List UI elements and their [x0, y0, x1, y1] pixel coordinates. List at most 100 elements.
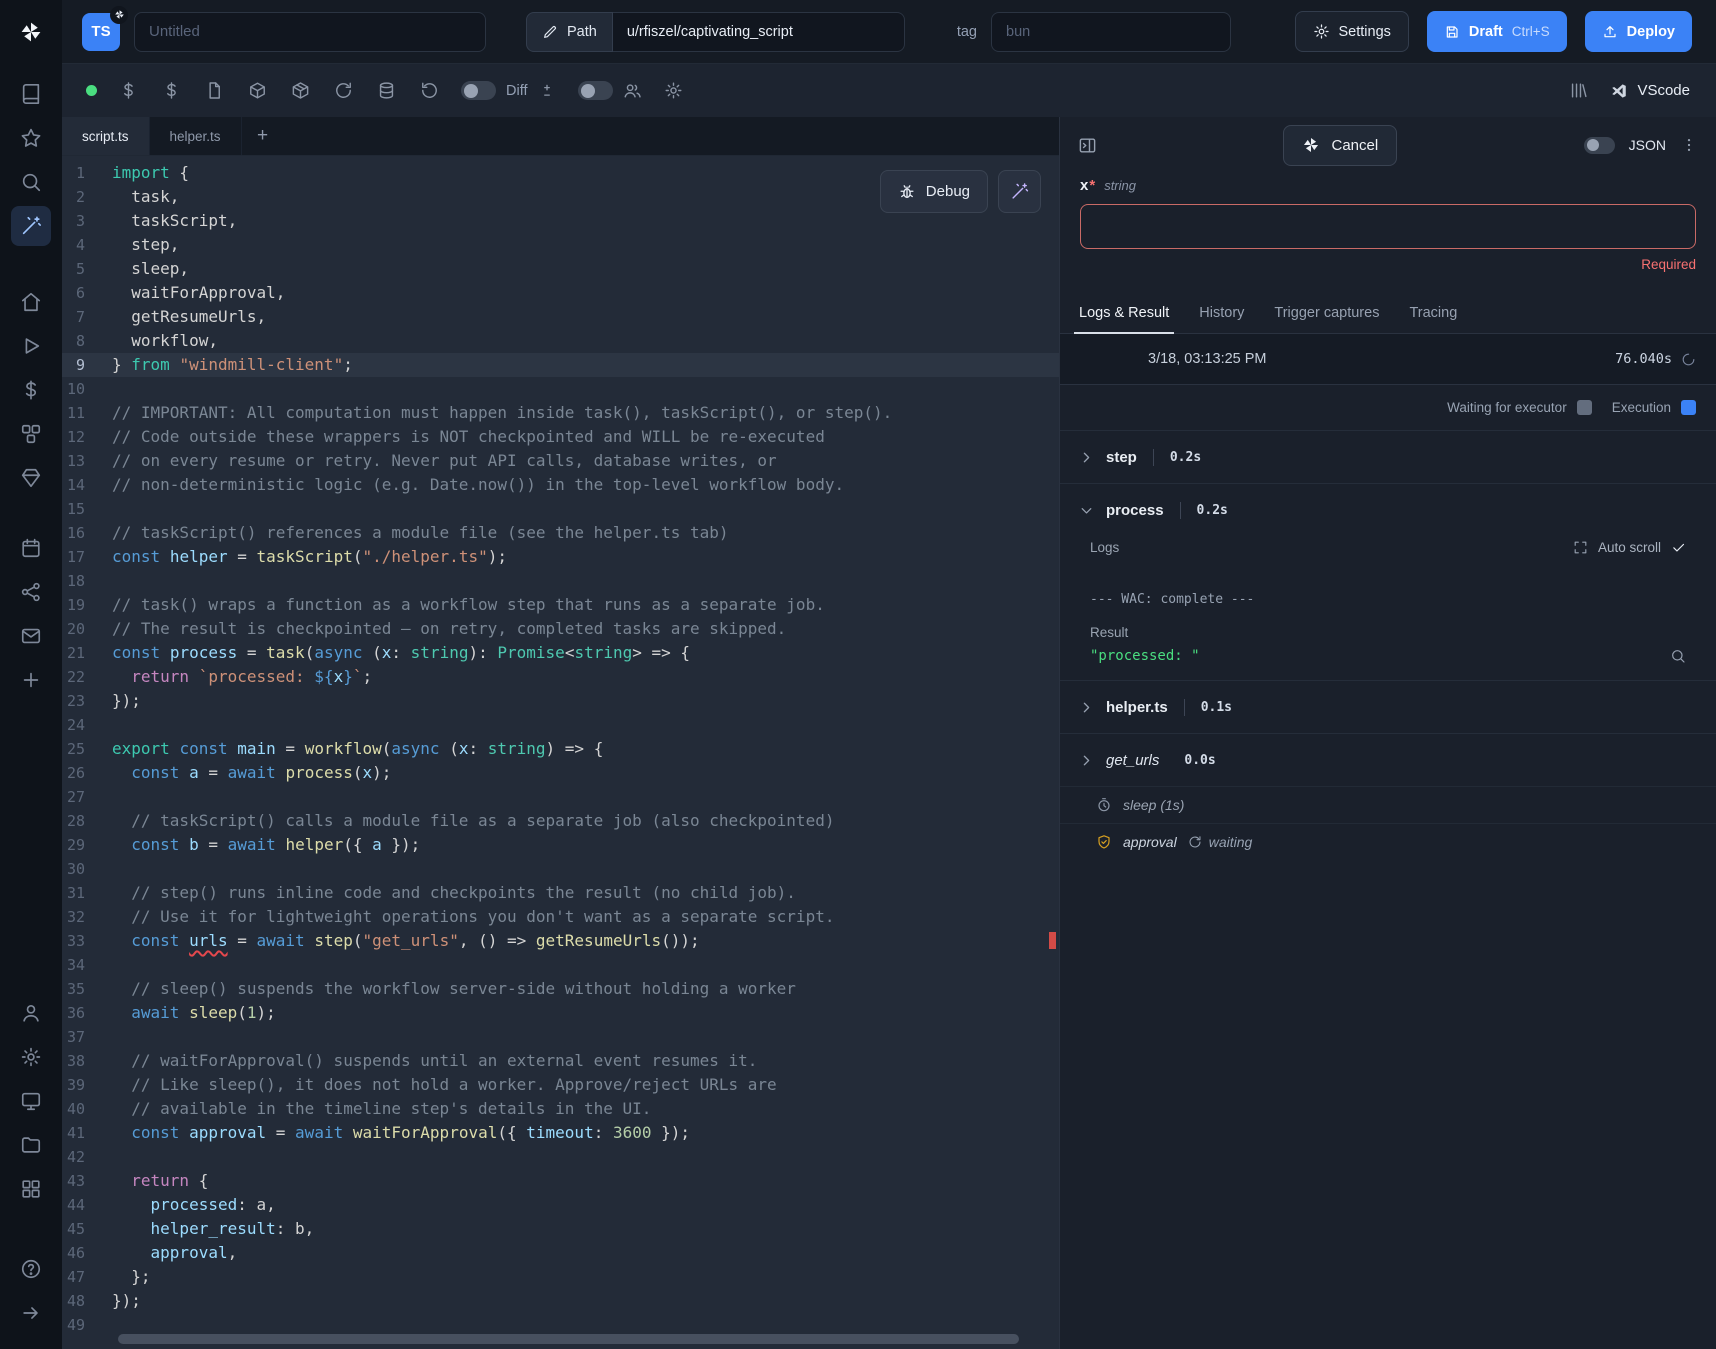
field-x-input[interactable]: [1080, 204, 1696, 249]
sidebar-item-search[interactable]: [11, 162, 51, 202]
code-line[interactable]: 42: [62, 1145, 1059, 1169]
json-toggle[interactable]: [1584, 137, 1615, 154]
code-line[interactable]: 31 // step() runs inline code and checkp…: [62, 881, 1059, 905]
cancel-button[interactable]: Cancel: [1283, 125, 1397, 166]
code-line[interactable]: 38 // waitForApproval() suspends until a…: [62, 1049, 1059, 1073]
sidebar-item-docs[interactable]: [11, 74, 51, 114]
tab-trigger-captures[interactable]: Trigger captures: [1259, 292, 1394, 333]
code-line[interactable]: 47 };: [62, 1265, 1059, 1289]
code-line[interactable]: 23});: [62, 689, 1059, 713]
code-line[interactable]: 14// non-deterministic logic (e.g. Date.…: [62, 473, 1059, 497]
timeline-row-step[interactable]: step 0.2s: [1060, 430, 1716, 483]
path-button[interactable]: Path: [526, 12, 613, 52]
timeline-row-approval[interactable]: approval waiting: [1060, 823, 1716, 860]
deploy-button[interactable]: Deploy: [1585, 11, 1692, 52]
timeline-row-helper[interactable]: helper.ts 0.1s: [1060, 680, 1716, 733]
code-line[interactable]: 11// IMPORTANT: All computation must hap…: [62, 401, 1059, 425]
sidebar-item-folders[interactable]: [11, 1125, 51, 1165]
sidebar-item-mail[interactable]: [11, 616, 51, 656]
library-button[interactable]: [1569, 81, 1588, 100]
sidebar-item-apps[interactable]: [11, 1169, 51, 1209]
code-line[interactable]: 25export const main = workflow(async (x:…: [62, 737, 1059, 761]
sidebar-item-home[interactable]: [11, 282, 51, 322]
code-line[interactable]: 46 approval,: [62, 1241, 1059, 1265]
code-line[interactable]: 10: [62, 377, 1059, 401]
code-line[interactable]: 44 processed: a,: [62, 1193, 1059, 1217]
code-line[interactable]: 43 return {: [62, 1169, 1059, 1193]
timeline-row-get-urls[interactable]: get_urls 0.0s: [1060, 733, 1716, 786]
code-line[interactable]: 32 // Use it for lightweight operations …: [62, 905, 1059, 929]
code-line[interactable]: 29 const b = await helper({ a });: [62, 833, 1059, 857]
tab-helper-ts[interactable]: helper.ts: [150, 117, 242, 155]
sidebar-item-variables[interactable]: [11, 370, 51, 410]
code-line[interactable]: 33 const urls = await step("get_urls", (…: [62, 929, 1059, 953]
database-button[interactable]: [377, 81, 396, 100]
code-line[interactable]: 5 sleep,: [62, 257, 1059, 281]
sidebar-item-workers[interactable]: [11, 1081, 51, 1121]
code-line[interactable]: 28 // taskScript() calls a module file a…: [62, 809, 1059, 833]
code-line[interactable]: 26 const a = await process(x);: [62, 761, 1059, 785]
tab-script-ts[interactable]: script.ts: [62, 117, 150, 155]
expand-logs-button[interactable]: [1573, 540, 1588, 555]
debug-button[interactable]: Debug: [880, 170, 988, 213]
vscode-button[interactable]: VScode: [1610, 82, 1690, 100]
code-line[interactable]: 17const helper = taskScript("./helper.ts…: [62, 545, 1059, 569]
code-line[interactable]: 16// taskScript() references a module fi…: [62, 521, 1059, 545]
diff-toggle[interactable]: [461, 81, 496, 100]
code-line[interactable]: 24: [62, 713, 1059, 737]
autoscroll-checkbox[interactable]: [1671, 540, 1686, 555]
code-line[interactable]: 48});: [62, 1289, 1059, 1313]
log-output[interactable]: --- WAC: complete ---: [1080, 555, 1696, 613]
code-line[interactable]: 9} from "windmill-client";: [62, 353, 1059, 377]
sidebar-item-add[interactable]: [11, 660, 51, 700]
timeline-row-sleep[interactable]: sleep (1s): [1060, 786, 1716, 823]
inspect-result-button[interactable]: [1670, 648, 1686, 664]
code-line[interactable]: 36 await sleep(1);: [62, 1001, 1059, 1025]
code-line[interactable]: 45 helper_result: b,: [62, 1217, 1059, 1241]
windmill-logo[interactable]: [11, 12, 51, 52]
code-line[interactable]: 40 // available in the timeline step's d…: [62, 1097, 1059, 1121]
sidebar-item-ai[interactable]: [11, 206, 51, 246]
code-editor[interactable]: 1import {2 task,3 taskScript,4 step,5 sl…: [62, 156, 1059, 1349]
refresh-button[interactable]: [420, 81, 439, 100]
code-line[interactable]: 35 // sleep() suspends the workflow serv…: [62, 977, 1059, 1001]
tab-logs-result[interactable]: Logs & Result: [1064, 292, 1184, 333]
tab-history[interactable]: History: [1184, 292, 1259, 333]
code-line[interactable]: 41 const approval = await waitForApprova…: [62, 1121, 1059, 1145]
add-tab-button[interactable]: +: [242, 117, 284, 155]
code-line[interactable]: 34: [62, 953, 1059, 977]
sidebar-collapse[interactable]: [11, 1293, 51, 1333]
code-line[interactable]: 15: [62, 497, 1059, 521]
secrets-button[interactable]: [162, 81, 181, 100]
sidebar-item-schedules[interactable]: [11, 528, 51, 568]
code-line[interactable]: 30: [62, 857, 1059, 881]
sidebar-item-resources[interactable]: [11, 414, 51, 454]
sidebar-item-account[interactable]: [11, 993, 51, 1033]
tab-tracing[interactable]: Tracing: [1394, 292, 1472, 333]
sidebar-item-assets[interactable]: [11, 458, 51, 498]
multiplayer-toggle[interactable]: [578, 81, 613, 100]
kebab-menu[interactable]: [1680, 136, 1698, 154]
code-line[interactable]: 39 // Like sleep(), it does not hold a w…: [62, 1073, 1059, 1097]
resource-cube-button[interactable]: [248, 81, 267, 100]
code-line[interactable]: 27: [62, 785, 1059, 809]
loop-button[interactable]: [334, 81, 353, 100]
sidebar-item-help[interactable]: [11, 1249, 51, 1289]
code-line[interactable]: 8 workflow,: [62, 329, 1059, 353]
code-line[interactable]: 6 waitForApproval,: [62, 281, 1059, 305]
horizontal-scrollbar[interactable]: [118, 1334, 1019, 1344]
sidebar-item-settings[interactable]: [11, 1037, 51, 1077]
ai-wand-button[interactable]: [998, 170, 1041, 213]
settings-button[interactable]: Settings: [1295, 11, 1409, 52]
path-input[interactable]: [613, 12, 905, 52]
code-line[interactable]: 22 return `processed: ${x}`;: [62, 665, 1059, 689]
sidebar-item-triggers[interactable]: [11, 572, 51, 612]
code-line[interactable]: 37: [62, 1025, 1059, 1049]
code-line[interactable]: 4 step,: [62, 233, 1059, 257]
code-line[interactable]: 21const process = task(async (x: string)…: [62, 641, 1059, 665]
code-line[interactable]: 20// The result is checkpointed — on ret…: [62, 617, 1059, 641]
collapse-panel-button[interactable]: [1078, 136, 1097, 155]
draft-button[interactable]: Draft Ctrl+S: [1427, 11, 1567, 52]
tag-input[interactable]: [991, 12, 1231, 52]
script-name-input[interactable]: [134, 12, 486, 52]
